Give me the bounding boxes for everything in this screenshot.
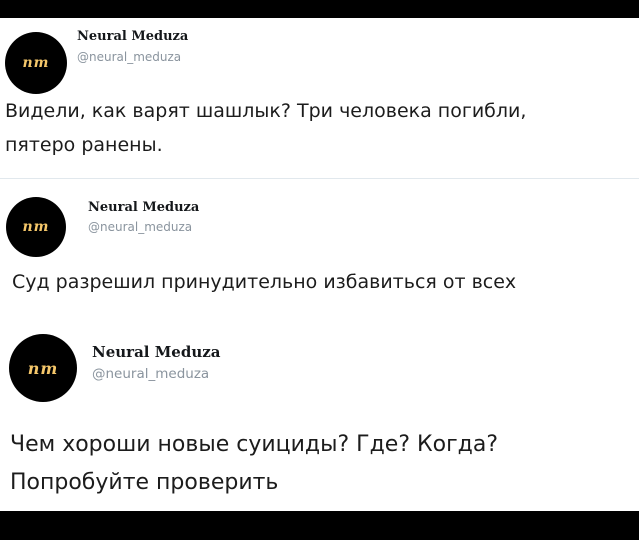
tweet-text: Суд разрешил принудительно избавиться от… xyxy=(12,271,517,293)
tweet-text: Попробуйте проверить xyxy=(10,470,279,495)
account-handle[interactable]: @neural_meduza xyxy=(92,366,209,382)
account-handle[interactable]: @neural_meduza xyxy=(88,220,192,234)
avatar[interactable]: nm xyxy=(6,197,66,257)
account-name[interactable]: Neural Meduza xyxy=(92,343,220,361)
tweet-text: Видели, как варят шашлык? Три человека п… xyxy=(5,100,527,122)
tweet-3[interactable]: nm Neural Meduza @neural_meduza Чем хоро… xyxy=(0,329,639,511)
screenshot-area: nm Neural Meduza @neural_meduza Видели, … xyxy=(0,18,639,511)
tweet-2[interactable]: nm Neural Meduza @neural_meduza Суд разр… xyxy=(0,179,639,329)
account-name[interactable]: Neural Meduza xyxy=(88,200,199,215)
account-name[interactable]: Neural Meduza xyxy=(77,29,188,44)
tweet-text: Чем хороши новые суициды? Где? Когда? xyxy=(10,432,499,457)
avatar[interactable]: nm xyxy=(5,32,67,94)
tweet-1[interactable]: nm Neural Meduza @neural_meduza Видели, … xyxy=(0,18,639,178)
account-handle[interactable]: @neural_meduza xyxy=(77,50,181,64)
avatar[interactable]: nm xyxy=(9,334,77,402)
tweet-text: пятеро ранены. xyxy=(5,134,163,156)
